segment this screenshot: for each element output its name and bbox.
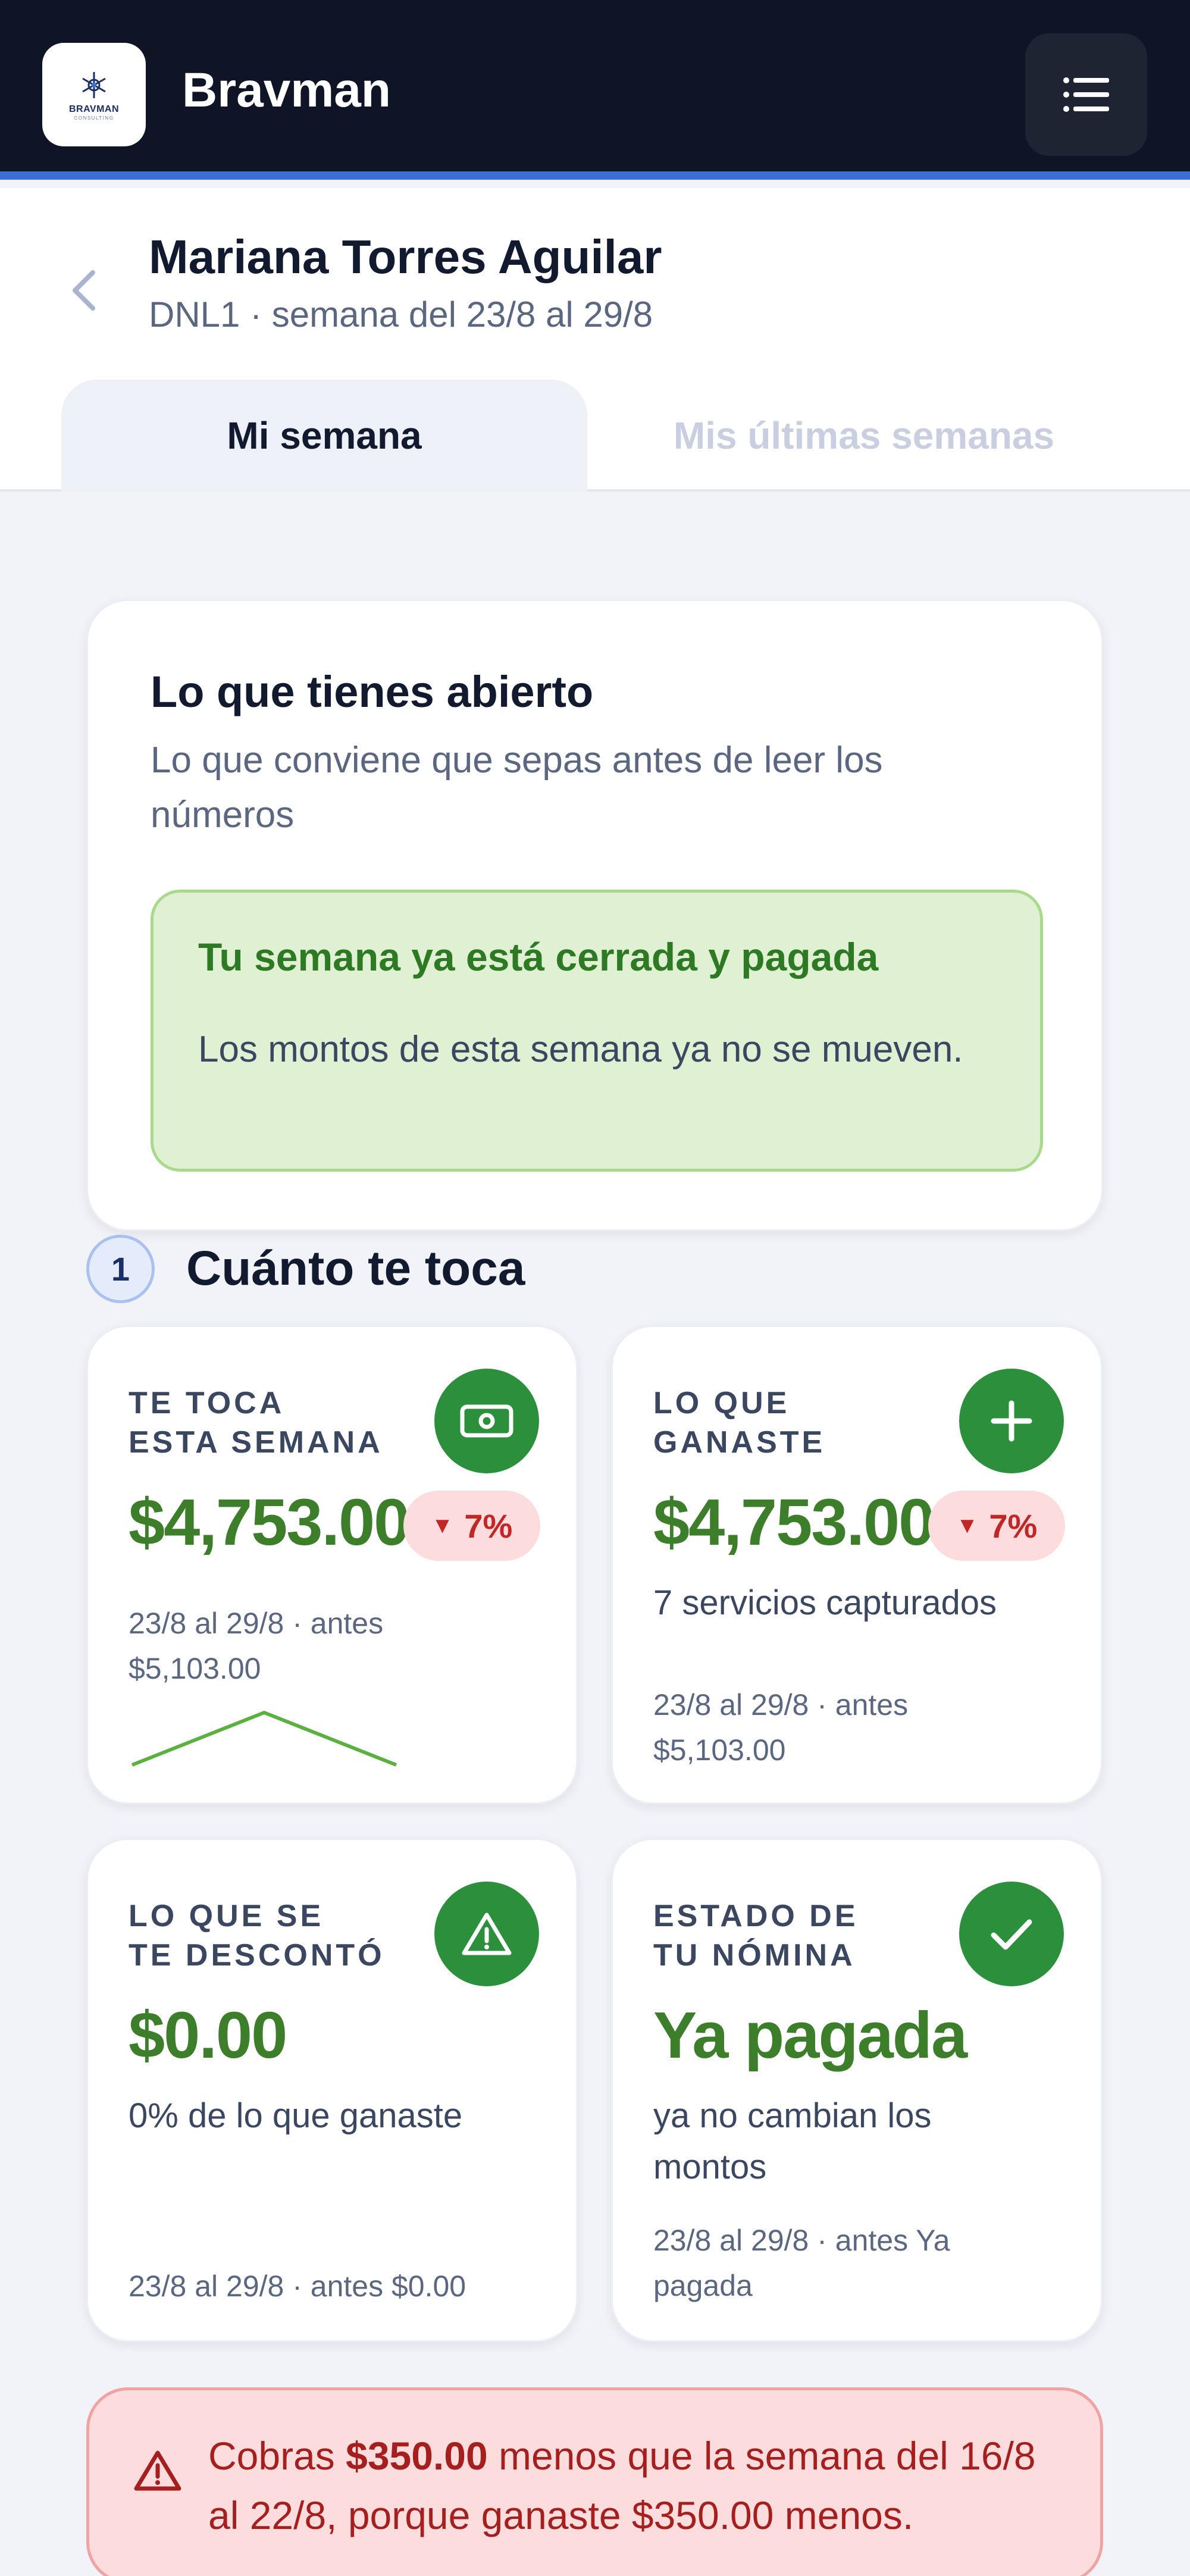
metric-card-nomina[interactable]: ESTADO DE TU NÓMINA Ya pagada ya no camb… [611, 1838, 1103, 2342]
metric-label-line2: TE DESCONTÓ [129, 1938, 385, 1973]
tab-ultimas-semanas[interactable]: Mis últimas semanas [595, 380, 1133, 492]
alert-message: Cobras $350.00 menos que la semana del 1… [208, 2426, 1071, 2545]
employee-name: Mariana Torres Aguilar [149, 230, 662, 283]
metric-label-line1: TE TOCA [129, 1386, 285, 1420]
metric-label-line2: ESTA SEMANA [129, 1425, 383, 1460]
card-title: Lo que tienes abierto [151, 667, 594, 716]
metric-detail-line1: 23/8 al 29/8 · antes [129, 1607, 384, 1640]
brand-name: Bravman [182, 63, 391, 117]
metric-label-line1: LO QUE SE [129, 1899, 324, 1933]
metric-detail-line2: $5,103.00 [653, 1733, 786, 1767]
alert-prefix: Cobras [208, 2434, 346, 2478]
comparison-alert: Cobras $350.00 menos que la semana del 1… [86, 2387, 1103, 2576]
metric-label-line1: LO QUE [653, 1386, 790, 1420]
section-number-badge: 1 [86, 1235, 155, 1303]
metric-label-line2: TU NÓMINA [653, 1938, 856, 1973]
metric-info-line2: montos [653, 2148, 767, 2186]
metric-value: Ya pagada [653, 1999, 967, 2072]
week-subtitle: DNL1 · semana del 23/8 al 29/8 [149, 295, 653, 334]
metric-label: LO QUE GANASTE [653, 1384, 927, 1462]
menu-button[interactable] [1025, 33, 1147, 156]
alert-amount: $350.00 [346, 2434, 488, 2478]
change-badge: ▼ 7% [403, 1491, 540, 1561]
notice-title: Tu semana ya está cerrada y pagada [198, 935, 879, 979]
metric-value: $0.00 [129, 1999, 287, 2072]
check-icon [959, 1882, 1064, 1986]
list-menu-icon [1063, 77, 1109, 112]
top-bar: BRAVMAN CONSULTING Bravman [0, 0, 1190, 180]
warning-icon [434, 1882, 539, 1986]
metric-detail-line2: pagada [653, 2269, 753, 2302]
logo-text: BRAVMAN [68, 104, 120, 114]
metric-info-line1: ya no cambian los [653, 2096, 932, 2135]
open-items-card: Lo que tienes abierto Lo que conviene qu… [86, 599, 1103, 1231]
metric-detail-line2: $5,103.00 [129, 1652, 261, 1685]
change-percent: 7% [464, 1507, 513, 1545]
metric-label: TE TOCA ESTA SEMANA [129, 1384, 402, 1462]
metric-info: 7 servicios capturados [653, 1583, 997, 1622]
cash-icon [434, 1369, 539, 1473]
plus-icon [959, 1369, 1064, 1473]
metric-label: LO QUE SE TE DESCONTÓ [129, 1896, 402, 1975]
card-description: Lo que conviene que sepas antes de leer … [151, 740, 883, 835]
metric-detail-line1: 23/8 al 29/8 · antes [653, 1688, 909, 1721]
metric-card-te-toca[interactable]: TE TOCA ESTA SEMANA $4,753.00 ▼ 7% 23/8 … [86, 1325, 578, 1804]
section-title: Cuánto te toca [186, 1241, 525, 1295]
metric-detail-line1: 23/8 al 29/8 · antes $0.00 [129, 2270, 466, 2303]
brand-logo[interactable]: BRAVMAN CONSULTING [42, 43, 146, 146]
metric-value: $4,753.00 [129, 1486, 410, 1559]
logo-mark-icon [82, 72, 106, 98]
page-header: Mariana Torres Aguilar DNL1 · semana del… [0, 188, 1190, 492]
tab-mi-semana[interactable]: Mi semana [61, 380, 587, 492]
change-percent: 7% [989, 1507, 1038, 1545]
metric-info: 0% de lo que ganaste [129, 2096, 463, 2135]
metric-label: ESTADO DE TU NÓMINA [653, 1896, 927, 1975]
sparkline-line [131, 1711, 397, 1767]
metric-value: $4,753.00 [653, 1486, 935, 1559]
notice-description: Los montos de esta semana ya no se mueve… [198, 1029, 963, 1070]
metric-card-descuento[interactable]: LO QUE SE TE DESCONTÓ $0.00 0% de lo que… [86, 1838, 578, 2342]
logo-subtext: CONSULTING [74, 115, 114, 121]
change-badge: ▼ 7% [928, 1491, 1065, 1561]
down-triangle-icon: ▼ [431, 1513, 454, 1538]
week-closed-notice: Tu semana ya está cerrada y pagada Los m… [151, 890, 1043, 1172]
down-triangle-icon: ▼ [956, 1513, 979, 1538]
metric-label-line1: ESTADO DE [653, 1899, 859, 1933]
sparkline-chart [131, 1711, 397, 1767]
metric-card-ganaste[interactable]: LO QUE GANASTE $4,753.00 ▼ 7% 7 servicio… [611, 1325, 1103, 1804]
metric-label-line2: GANASTE [653, 1425, 826, 1460]
warning-icon [134, 2450, 181, 2491]
metric-detail-line1: 23/8 al 29/8 · antes Ya [653, 2224, 950, 2257]
back-chevron-icon[interactable] [65, 267, 104, 314]
